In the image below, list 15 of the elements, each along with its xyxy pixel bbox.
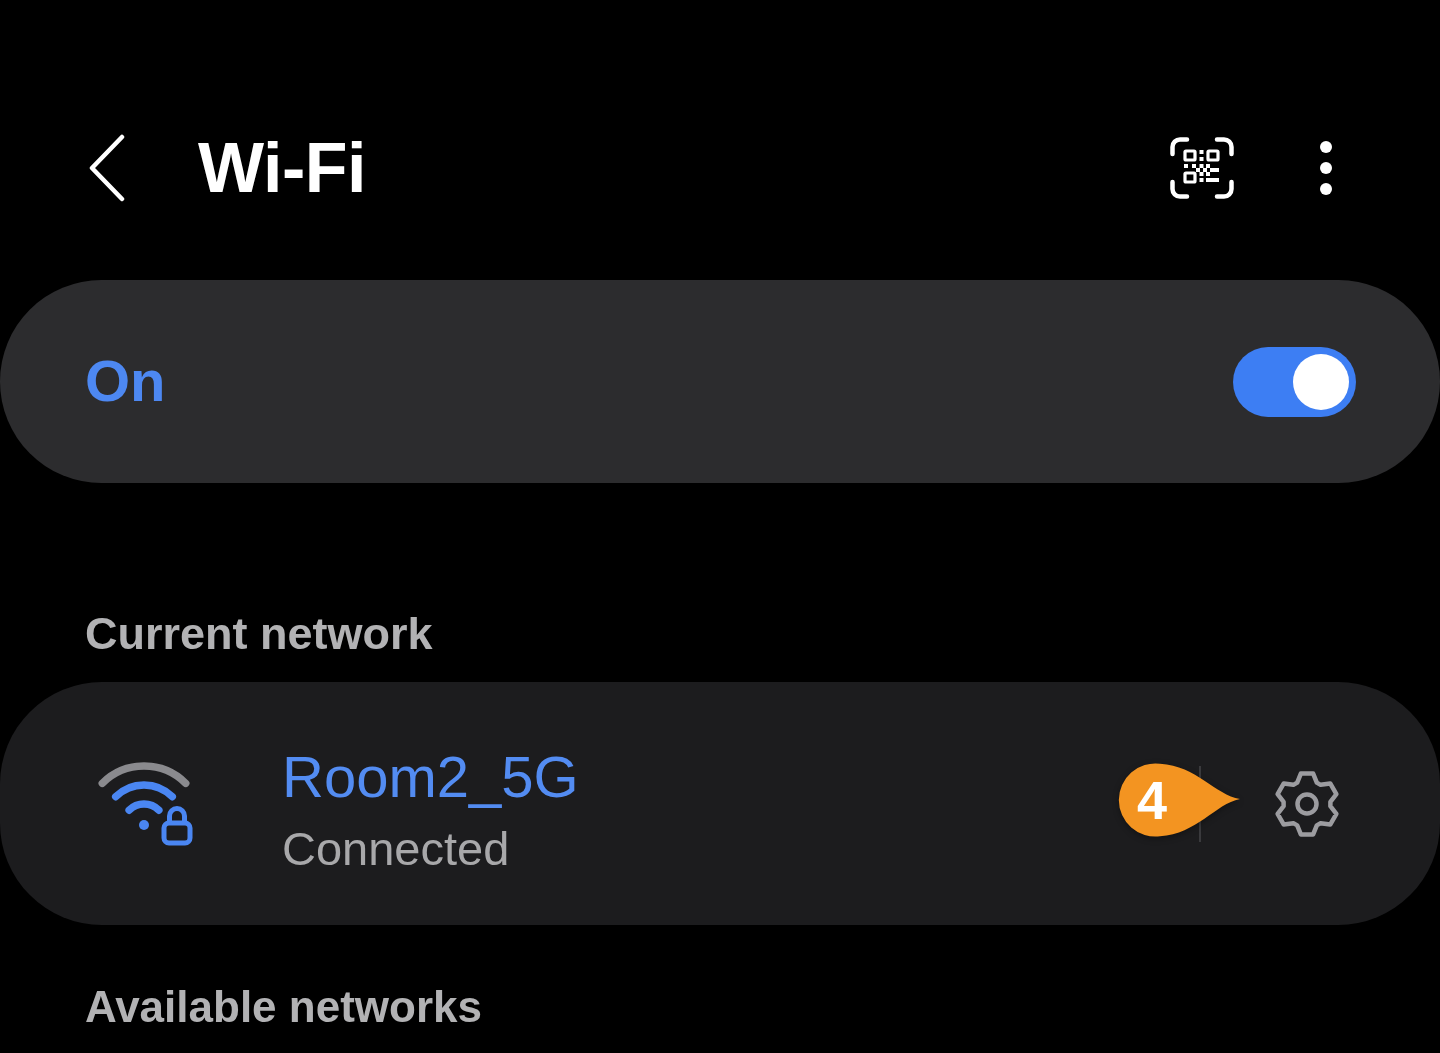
back-button[interactable]	[88, 134, 126, 202]
settings-button[interactable]	[1272, 768, 1342, 839]
qr-scan-button[interactable]	[1170, 137, 1234, 199]
toggle-label: On	[85, 348, 166, 415]
network-name: Room2_5G	[282, 746, 579, 808]
qr-code-scan-icon	[1170, 137, 1234, 199]
section-heading: Available networks	[85, 981, 482, 1033]
more-vertical-icon	[1319, 140, 1333, 196]
network-item[interactable]: Room2_5G Connected 4	[0, 682, 1440, 925]
network-status: Connected	[282, 821, 510, 877]
more-options-button[interactable]	[1319, 140, 1333, 196]
settings-icon	[1272, 768, 1342, 839]
chevron-left-icon	[88, 134, 126, 202]
screen-title: Wi-Fi	[198, 133, 366, 203]
section-heading: Current network	[85, 607, 433, 661]
